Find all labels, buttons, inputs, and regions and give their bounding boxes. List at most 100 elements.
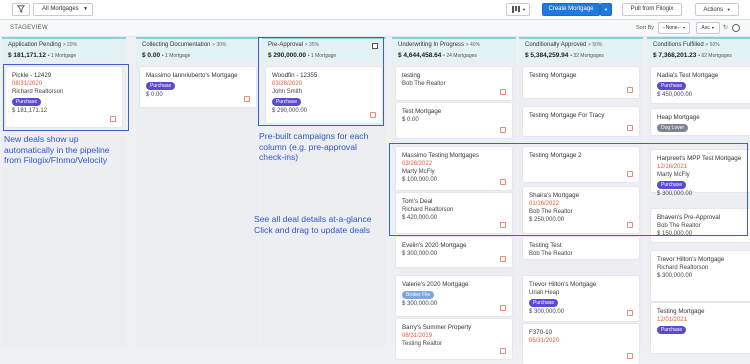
deal-card[interactable]: Massimo Testing Mortgages 03/28/2022 Marty…	[396, 147, 512, 190]
stage-header[interactable]: Pre-Approval > 35% $ 290,000.00 • 1 Mortg…	[262, 37, 386, 62]
deal-name[interactable]: Test Mortgage	[402, 108, 441, 115]
deal-card[interactable]: Evelin's 2020 Mortgage $ 300,000.00	[396, 237, 512, 267]
deal-card[interactable]: Barry's Summer Property 08/31/2019 Testing…	[396, 319, 512, 359]
deal-name[interactable]: Bhaven's Pre-Approval	[657, 214, 720, 221]
deal-name[interactable]: Valerie's 2020 Mortgage	[402, 281, 468, 288]
deal-name[interactable]: Testing Mortgage 2	[529, 152, 582, 159]
display-mode-button[interactable]: ▼	[506, 3, 530, 16]
create-mortgage-menu-button[interactable]: ▼	[600, 3, 612, 16]
deal-name[interactable]: Trevor Hilton's Mortgage	[529, 281, 596, 288]
stage-header[interactable]: Application Pending > 20% $ 181,171.12 • …	[2, 37, 126, 62]
task-checkbox-icon[interactable]	[110, 116, 116, 122]
stage-title: Pre-Approval > 35%	[268, 42, 320, 48]
stage-header[interactable]: Collecting Documentation > 30% $ 0.00 • 1…	[136, 37, 260, 62]
sort-field-select[interactable]: --None-- ▼	[658, 22, 690, 34]
task-checkbox-icon[interactable]	[627, 171, 633, 177]
deal-card[interactable]: Massimo Iannriuberto's Mortgage Purchase $…	[140, 67, 256, 107]
actions-button[interactable]: Actions ▼	[695, 3, 739, 16]
deal-name[interactable]: Evelin's 2020 Mortgage	[402, 242, 466, 249]
deal-card[interactable]: testing Bob The Realtor	[396, 67, 512, 100]
task-checkbox-icon[interactable]	[500, 348, 506, 354]
deal-name[interactable]: Tom's Deal	[402, 198, 432, 205]
stage-total: $ 0.00 • 1 Mortgage	[142, 52, 191, 59]
stage-checkbox[interactable]	[372, 43, 378, 49]
deal-realtor: Testing Realtor	[402, 341, 443, 347]
deal-name[interactable]: Heap Mortgage	[657, 114, 700, 121]
deal-name[interactable]: Testing Mortgage For Tracy	[529, 112, 604, 119]
deal-name[interactable]: Testing Test	[529, 242, 562, 249]
filter-button[interactable]	[12, 3, 30, 16]
deal-card[interactable]: F370-10 05/31/2020	[523, 324, 639, 364]
stage-header[interactable]: Conditions Fulfilled > 50% $ 7,368,201.23…	[647, 37, 750, 62]
list-view-dropdown[interactable]: All Mortgages ▼	[33, 3, 93, 16]
deal-card[interactable]: Pickle - 12429 08/31/2020 Richard Realtors…	[6, 67, 122, 127]
deal-name[interactable]: Nadia's Test Mortgage	[657, 72, 718, 79]
deal-name[interactable]: Trevor Hilton's Mortgage	[657, 256, 724, 263]
deal-tag: Purchase	[657, 82, 687, 90]
deal-card[interactable]: Trevor Hilton's Mortgage Richard Realtors…	[651, 251, 750, 301]
deal-card[interactable]: Testing Test Bob The Realtor	[523, 237, 639, 259]
task-checkbox-icon[interactable]	[244, 96, 250, 102]
deal-name[interactable]: F370-10	[529, 329, 552, 336]
deal-card[interactable]: Tom's Deal Richard Realtorson $ 420,000.00	[396, 193, 512, 233]
sort-order-select[interactable]: Asc ▼	[696, 22, 720, 34]
deal-name[interactable]: Woodfin - 12355	[272, 72, 317, 79]
deal-card[interactable]: Woodfin - 12355 03/28/2020 John Smith Purch…	[266, 67, 382, 123]
stage-title: Application Pending > 20%	[8, 42, 78, 48]
task-checkbox-icon[interactable]	[627, 310, 633, 316]
deal-amount: $ 300,000.00	[402, 301, 438, 307]
deal-closing-date: 12/01/2021	[657, 317, 688, 323]
deal-amount: $ 300,000.00	[529, 309, 565, 315]
deal-card[interactable]: Nadia's Test Mortgage Purchase $ 450,000.0…	[651, 67, 750, 103]
create-mortgage-button[interactable]: Create Mortgage	[542, 3, 600, 16]
pull-from-filogix-button[interactable]: Pull from Filogix	[622, 3, 682, 16]
task-checkbox-icon[interactable]	[627, 222, 633, 228]
deal-card[interactable]: Harpreet's MPP Test Mortgage 12/16/2021 Ma…	[651, 150, 750, 197]
deal-card[interactable]: Heap Mortgage Dog Lover	[651, 109, 750, 135]
deal-name[interactable]: Massimo Iannriuberto's Mortgage	[146, 72, 238, 79]
deal-card[interactable]: Testing Mortgage 12/01/2021 Purchase	[651, 303, 750, 353]
stage-header[interactable]: Underwriting In Progress > 40% $ 4,644,45…	[392, 37, 516, 62]
task-checkbox-icon[interactable]	[500, 179, 506, 185]
list-view-label: All Mortgages	[42, 6, 79, 12]
task-checkbox-icon[interactable]	[627, 353, 633, 359]
stage-header[interactable]: Conditionally Approved > 50% $ 5,384,259.…	[519, 37, 643, 62]
deal-name[interactable]: Testing Mortgage	[657, 308, 704, 315]
deal-name[interactable]: Shaira's Mortgage	[529, 192, 579, 199]
deal-name[interactable]: Massimo Testing Mortgages	[402, 152, 479, 159]
deal-closing-date: 12/16/2021	[657, 164, 688, 170]
deal-name[interactable]: testing	[402, 72, 420, 79]
task-checkbox-icon[interactable]	[627, 87, 633, 93]
deal-amount: $ 300,000.00	[657, 273, 693, 279]
task-checkbox-icon[interactable]	[627, 125, 633, 131]
deal-name[interactable]: Testing Mortgage	[529, 72, 576, 79]
stageview-bar: STAGEVIEW Sort By --None-- ▼ Asc ▼ ↻	[0, 20, 750, 37]
stage-title: Collecting Documentation > 30%	[142, 42, 227, 48]
settings-icon[interactable]	[732, 24, 740, 32]
deal-card[interactable]: Testing Mortgage For Tracy	[523, 107, 639, 136]
stage-title: Conditionally Approved > 50%	[525, 42, 603, 48]
stage-total: $ 181,171.12 • 1 Mortgage	[8, 52, 77, 59]
filter-icon	[17, 5, 25, 13]
chevron-down-icon: ▼	[604, 7, 608, 12]
annotation-line: automatically in the pipeline	[4, 144, 110, 155]
task-checkbox-icon[interactable]	[500, 256, 506, 262]
task-checkbox-icon[interactable]	[500, 222, 506, 228]
annotation-line: Click and drag to update deals	[254, 224, 371, 235]
deal-card[interactable]: Shaira's Mortgage 01/16/2022 Bob The Realt…	[523, 187, 639, 233]
deal-name[interactable]: Harpreet's MPP Test Mortgage	[657, 155, 741, 162]
deal-card[interactable]: Valerie's 2020 Mortgage Broker File $ 300,…	[396, 276, 512, 316]
deal-card[interactable]: Bhaven's Pre-Approval Bob The Realtor $ 15…	[651, 209, 750, 242]
deal-card[interactable]: Testing Mortgage 2	[523, 147, 639, 182]
task-checkbox-icon[interactable]	[500, 127, 506, 133]
deal-name[interactable]: Pickle - 12429	[12, 72, 51, 79]
deal-card[interactable]: Test Mortgage $ 0.00	[396, 103, 512, 138]
task-checkbox-icon[interactable]	[500, 89, 506, 95]
task-checkbox-icon[interactable]	[500, 305, 506, 311]
refresh-icon[interactable]: ↻	[723, 25, 729, 31]
deal-card[interactable]: Testing Mortgage	[523, 67, 639, 98]
deal-card[interactable]: Trevor Hilton's Mortgage Uriah Heap Purcha…	[523, 276, 639, 321]
task-checkbox-icon[interactable]	[370, 112, 376, 118]
deal-name[interactable]: Barry's Summer Property	[402, 324, 471, 331]
chevron-down-icon: ▼	[83, 6, 88, 12]
